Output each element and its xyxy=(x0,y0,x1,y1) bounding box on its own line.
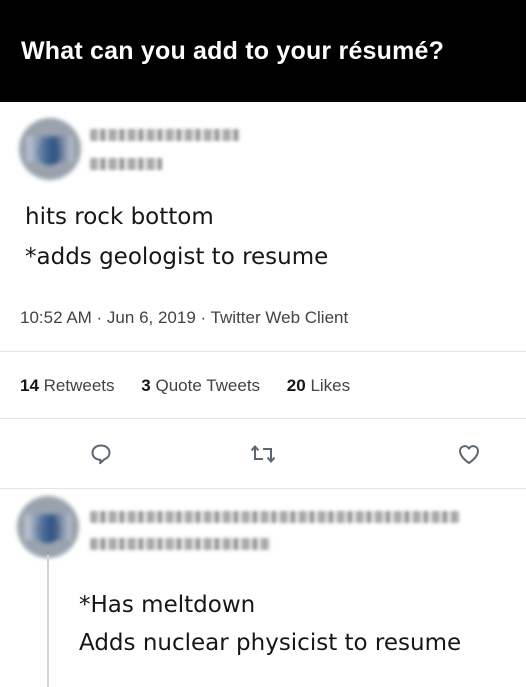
quote-tweets-stat[interactable]: 3 Quote Tweets xyxy=(141,376,260,395)
reply-to-blurred[interactable] xyxy=(90,538,270,550)
heart-icon xyxy=(458,445,480,464)
reply-icon xyxy=(91,444,111,465)
likes-stat[interactable]: 20 Likes xyxy=(287,376,350,395)
retweet-icon xyxy=(250,444,276,464)
divider xyxy=(0,418,526,419)
tweet-timestamp[interactable]: 10:52 AM · Jun 6, 2019 · Twitter Web Cli… xyxy=(20,308,348,328)
reply-author-avatar[interactable] xyxy=(17,496,79,558)
reply-button[interactable] xyxy=(88,441,114,467)
banner-title: What can you add to your résumé? xyxy=(21,37,445,65)
tweet-line-2: *adds geologist to resume xyxy=(25,244,329,270)
retweet-button[interactable] xyxy=(250,441,276,467)
divider xyxy=(0,351,526,352)
tweet-stats: 14 Retweets 3 Quote Tweets 20 Likes xyxy=(20,376,350,396)
reply-author-name-blurred[interactable] xyxy=(90,511,460,523)
divider xyxy=(0,488,526,489)
author-avatar[interactable] xyxy=(19,118,81,180)
tweet-line-1: hits rock bottom xyxy=(25,204,214,230)
retweets-stat[interactable]: 14 Retweets xyxy=(20,376,115,395)
title-banner: What can you add to your résumé? xyxy=(0,0,526,102)
author-name-blurred[interactable] xyxy=(90,129,240,141)
thread-line xyxy=(47,555,49,687)
like-button[interactable] xyxy=(456,441,482,467)
reply-line-2: Adds nuclear physicist to resume xyxy=(79,630,462,656)
reply-line-1: *Has meltdown xyxy=(79,592,256,618)
author-handle-blurred[interactable] xyxy=(90,158,162,170)
